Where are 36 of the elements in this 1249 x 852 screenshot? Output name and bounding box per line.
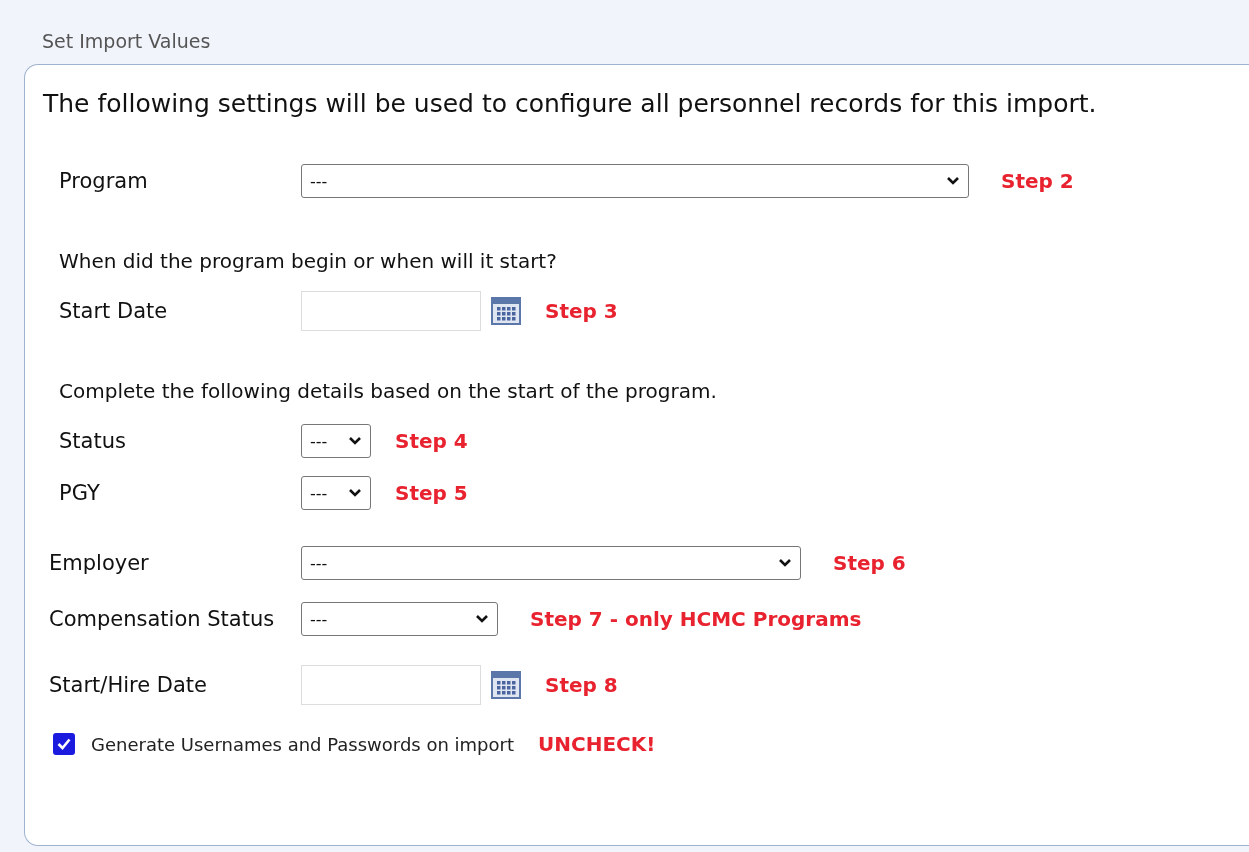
checkbox-label: Generate Usernames and Passwords on import [91,733,514,755]
dropdown[interactable]: --- [301,424,371,458]
field-label: Compensation Status [49,606,276,633]
date-field[interactable] [301,665,481,705]
section-title: Set Import Values [42,30,212,52]
caret-icon [946,176,960,186]
dropdown[interactable]: --- [301,602,498,636]
field-label: PGY [59,480,101,507]
field-label: Start Date [59,298,169,325]
field-label: Employer [49,550,150,577]
checkbox[interactable] [53,733,75,755]
calendar-icon[interactable] [491,297,521,325]
step-note: UNCHECK! [538,732,656,756]
step-note: Step 7 - only HCMC Programs [530,607,862,631]
caret-icon [348,436,362,446]
dropdown[interactable]: --- [301,546,801,580]
instruction-text: When did the program begin or when will it start? [59,248,558,275]
date-field[interactable] [301,291,481,331]
step-note: Step 5 [395,481,468,505]
dropdown[interactable]: --- [301,164,969,198]
field-label: Start/Hire Date [49,672,208,699]
step-note: Step 4 [395,429,468,453]
field-label: Status [59,428,127,455]
caret-icon [778,558,792,568]
caret-icon [348,488,362,498]
step-note: Step 2 [1001,169,1074,193]
caret-icon [475,614,489,624]
intro-text: The following settings will be used to configure all personnel records for this import. [43,89,1098,118]
step-note: Step 6 [833,551,906,575]
step-note: Step 3 [545,299,618,323]
instruction-text: Complete the following details based on the start of the program. [59,378,718,405]
dropdown[interactable]: --- [301,476,371,510]
step-note: Step 8 [545,673,618,697]
check-icon [57,738,71,750]
field-label: Program [59,168,149,195]
calendar-icon[interactable] [491,671,521,699]
